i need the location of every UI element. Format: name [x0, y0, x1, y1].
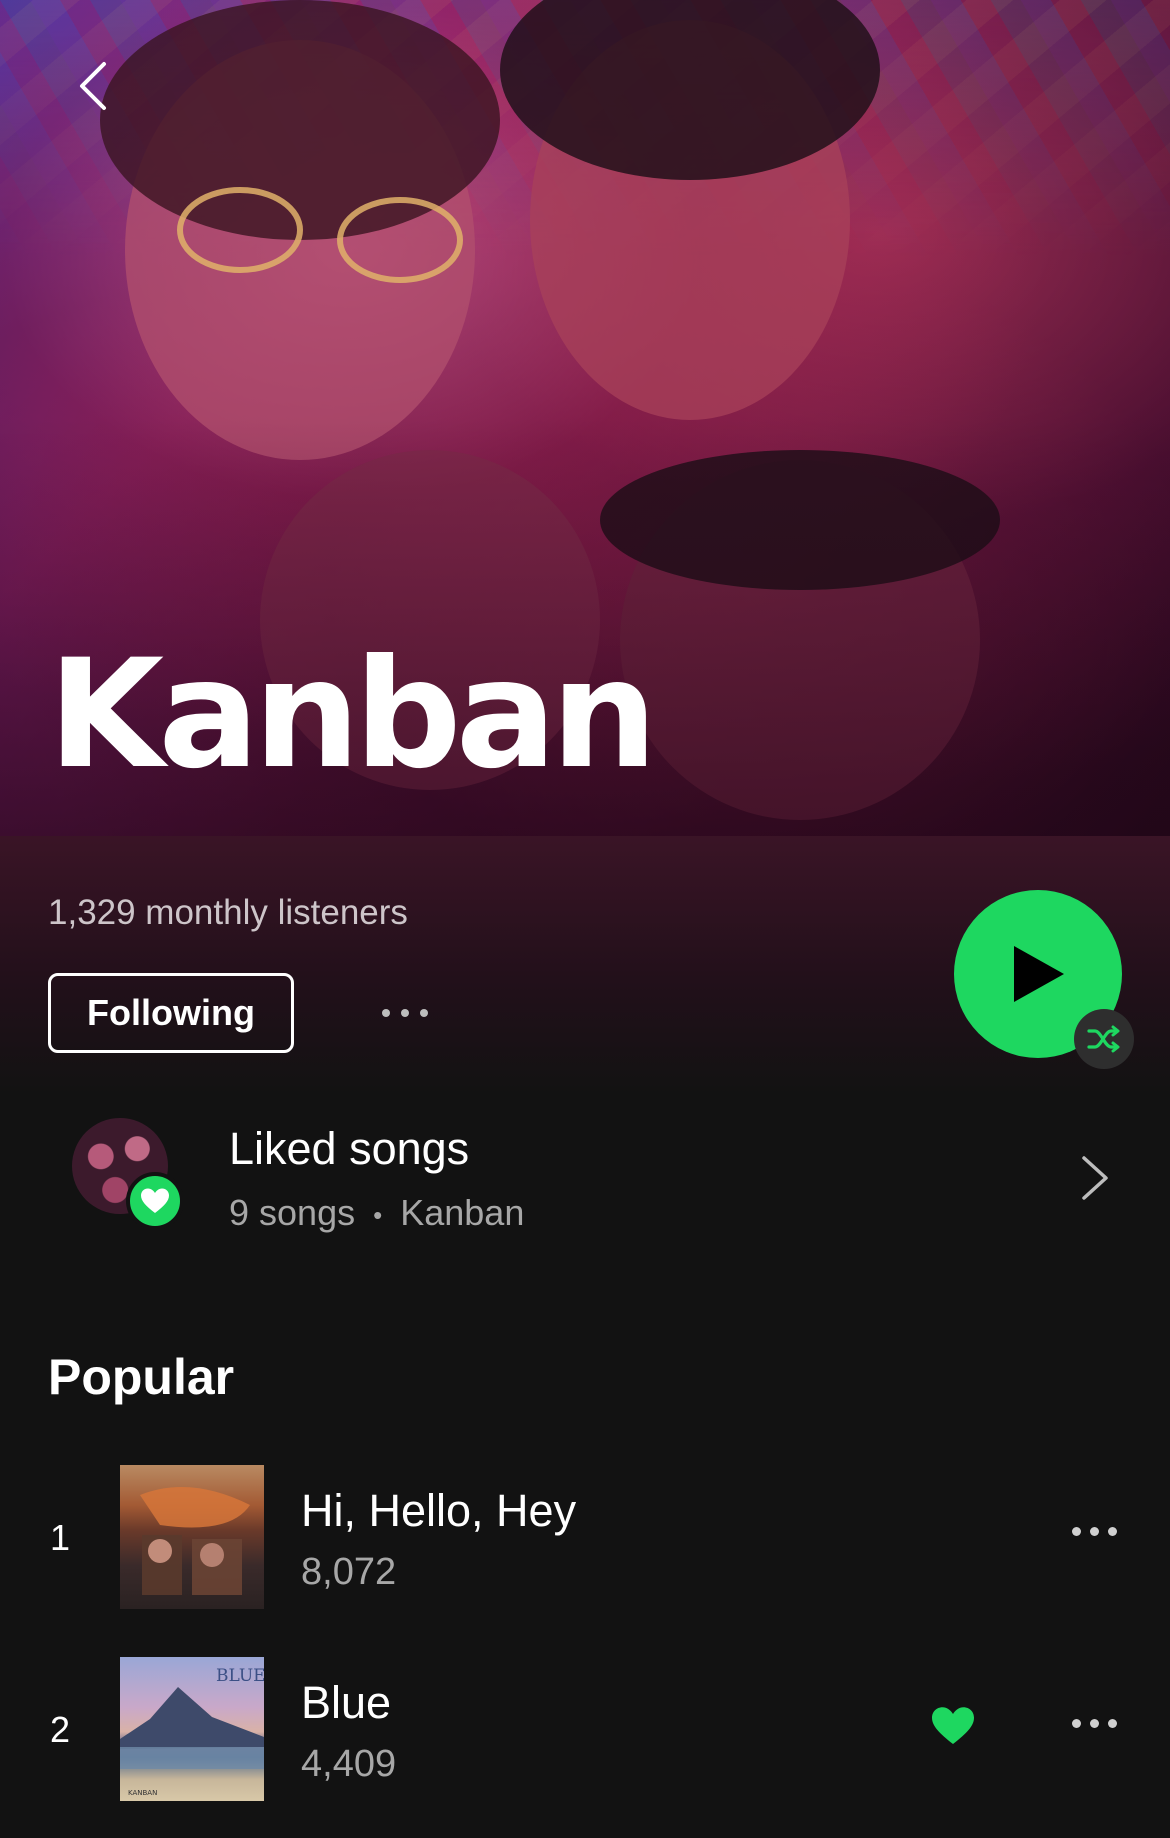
track-rank: 2	[50, 1709, 71, 1750]
heart-icon	[932, 1707, 974, 1744]
heart-badge	[126, 1172, 184, 1230]
shuffle-icon	[1087, 1025, 1120, 1053]
track-row[interactable]: 2 BLUE KANBAN Blue 4,409	[0, 1657, 1170, 1801]
svg-text:BLUE: BLUE	[216, 1666, 264, 1686]
chevron-right-icon	[1080, 1154, 1110, 1207]
liked-heart-button[interactable]	[930, 1705, 976, 1752]
back-button[interactable]	[60, 54, 124, 118]
liked-songs-title: Liked songs	[229, 1123, 470, 1174]
track-more-button[interactable]	[1072, 1719, 1117, 1728]
track-artwork	[120, 1465, 264, 1609]
more-horizontal-icon	[1072, 1527, 1081, 1536]
track-play-count: 4,409	[301, 1743, 397, 1785]
track-more-button[interactable]	[1072, 1527, 1117, 1536]
track-artwork: BLUE KANBAN	[120, 1657, 266, 1801]
more-horizontal-icon	[1072, 1719, 1081, 1728]
svg-text:KANBAN: KANBAN	[128, 1789, 157, 1797]
heart-icon	[141, 1188, 169, 1213]
artist-name: Kanban	[48, 628, 658, 802]
more-options-button[interactable]	[370, 993, 440, 1033]
chevron-left-icon	[80, 62, 106, 110]
liked-songs-subtitle: 9 songs • Kanban	[229, 1192, 525, 1233]
track-title: Blue	[301, 1677, 392, 1728]
play-icon	[1014, 946, 1064, 1002]
shuffle-button[interactable]	[1074, 1009, 1134, 1069]
following-button[interactable]: Following	[48, 973, 294, 1053]
popular-heading: Popular	[48, 1349, 235, 1405]
monthly-listeners: 1,329 monthly listeners	[48, 893, 408, 932]
track-title: Hi, Hello, Hey	[301, 1485, 577, 1536]
more-horizontal-icon	[382, 1009, 390, 1017]
track-play-count: 8,072	[301, 1551, 397, 1593]
artist-header-image: Kanban	[0, 0, 1170, 836]
track-rank: 1	[50, 1517, 71, 1558]
liked-songs-row[interactable]: Liked songs 9 songs • Kanban	[0, 1110, 1170, 1250]
track-row[interactable]: 1 Hi, Hello, Hey 8,072	[0, 1465, 1170, 1609]
